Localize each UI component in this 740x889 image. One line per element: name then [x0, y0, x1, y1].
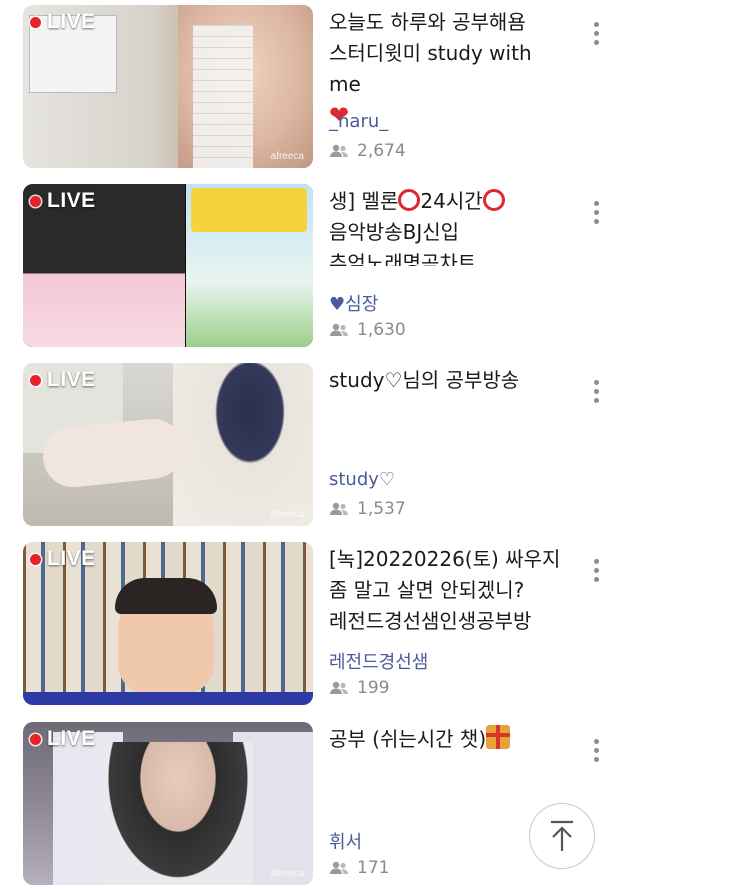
watermark: afreeca: [270, 868, 304, 879]
viewers-icon: [330, 861, 348, 874]
red-circle-icon: [398, 189, 421, 211]
stream-title[interactable]: 생] 멜론24시간음악방송BJ신입 추억노래명곡차트 100가사퀵뷰노래…: [329, 186, 564, 266]
stream-thumbnail[interactable]: LIVE afreeca: [23, 5, 313, 168]
scroll-to-top-button[interactable]: [529, 803, 595, 869]
viewer-count: 199: [329, 678, 389, 698]
stream-card[interactable]: LIVE [녹]20220226(토) 싸우지 좀 말고 살면 안되겠니? 레전…: [0, 542, 740, 708]
viewer-count: 1,630: [329, 320, 406, 340]
viewer-count: 2,674: [329, 141, 406, 161]
stream-thumbnail[interactable]: LIVE afreeca: [23, 722, 313, 885]
viewers-icon: [330, 323, 348, 336]
live-label: LIVE: [47, 189, 96, 212]
stream-card[interactable]: LIVE 생] 멜론24시간음악방송BJ신입 추억노래명곡차트 100가사퀵뷰노…: [0, 184, 740, 350]
arrow-up-to-top-icon: [551, 820, 573, 851]
live-dot-icon: [30, 16, 41, 28]
stream-thumbnail[interactable]: LIVE: [23, 184, 313, 347]
live-badge: LIVE: [30, 189, 96, 213]
live-dot-icon: [30, 195, 41, 207]
stream-title[interactable]: study♡님의 공부방송: [329, 365, 564, 396]
stream-card[interactable]: LIVE afreeca 오늘도 하루와 공부해욤 스터디윗미 study wi…: [0, 5, 740, 171]
live-dot-icon: [30, 733, 41, 745]
live-badge: LIVE: [30, 547, 96, 571]
live-label: LIVE: [47, 547, 96, 570]
live-badge: LIVE: [30, 368, 96, 392]
viewers-icon: [330, 144, 348, 157]
live-label: LIVE: [47, 10, 96, 33]
live-stream-feed: LIVE afreeca 오늘도 하루와 공부해욤 스터디윗미 study wi…: [0, 0, 740, 889]
broadcaster-name[interactable]: _haru_: [329, 111, 388, 132]
stream-thumbnail[interactable]: LIVE: [23, 542, 313, 705]
live-dot-icon: [30, 553, 41, 565]
viewer-count: 171: [329, 858, 389, 878]
stream-title[interactable]: 공부 (쉬는시간 챗): [329, 724, 564, 755]
live-dot-icon: [30, 374, 41, 386]
broadcaster-name[interactable]: 레전드경선샘: [329, 648, 428, 674]
more-options-button[interactable]: [584, 730, 608, 770]
live-badge: LIVE: [30, 10, 96, 34]
live-label: LIVE: [47, 368, 96, 391]
live-label: LIVE: [47, 727, 96, 750]
watermark: afreeca: [270, 151, 304, 162]
more-options-button[interactable]: [584, 192, 608, 232]
stream-title[interactable]: [녹]20220226(토) 싸우지 좀 말고 살면 안되겠니? 레전드경선샘인…: [329, 544, 564, 637]
viewers-icon: [330, 502, 348, 515]
watermark: afreeca: [270, 509, 304, 520]
stream-card[interactable]: LIVE afreeca 공부 (쉬는시간 챗) 휘서 171: [0, 722, 740, 888]
broadcaster-name[interactable]: study♡: [329, 469, 395, 490]
live-badge: LIVE: [30, 727, 96, 751]
red-circle-icon: [482, 189, 505, 211]
viewers-icon: [330, 681, 348, 694]
more-options-button[interactable]: [584, 371, 608, 411]
more-options-button[interactable]: [584, 550, 608, 590]
broadcaster-name[interactable]: ♥심장: [329, 290, 378, 316]
gift-emoji-icon: [486, 725, 511, 749]
more-options-button[interactable]: [584, 13, 608, 53]
viewer-count: 1,537: [329, 499, 406, 519]
stream-thumbnail[interactable]: LIVE afreeca: [23, 363, 313, 526]
broadcaster-name[interactable]: 휘서: [329, 828, 362, 854]
stream-card[interactable]: LIVE afreeca study♡님의 공부방송 study♡ 1,537: [0, 363, 740, 529]
